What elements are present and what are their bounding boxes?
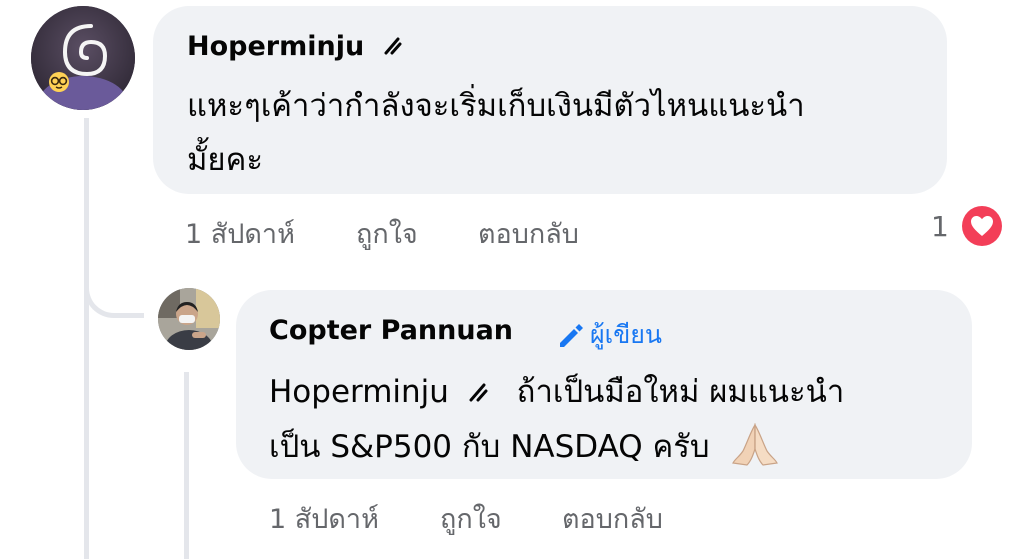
author-name[interactable]: Copter Pannuan xyxy=(269,315,513,346)
comment-text-line-2: เป็น S&P500 กับ NASDAQ ครับ xyxy=(269,421,781,471)
comment-timestamp[interactable]: 1 สัปดาห์ xyxy=(269,497,379,540)
thread-line-reply xyxy=(184,372,189,559)
avatar[interactable] xyxy=(31,6,135,110)
author-name[interactable]: Hoperminju xyxy=(187,31,408,62)
praying-hands-icon xyxy=(732,423,779,466)
author-name-text[interactable]: Hoperminju xyxy=(187,31,364,62)
reply-button[interactable]: ตอบกลับ xyxy=(562,497,663,540)
comment-timestamp[interactable]: 1 สัปดาห์ xyxy=(185,212,295,255)
spiral-avatar-icon xyxy=(31,6,135,110)
author-badge: ผู้เขียน xyxy=(556,315,662,355)
heart-glyph-icon xyxy=(971,216,993,236)
author-badge-label: ผู้เขียน xyxy=(590,320,663,349)
follower-badge-icon xyxy=(469,383,488,402)
thread-line-curve xyxy=(84,270,144,318)
comment-text: ถ้าเป็นมือใหม่ ผมแนะนำ xyxy=(516,374,845,410)
reply-button[interactable]: ตอบกลับ xyxy=(478,212,579,255)
avatar[interactable] xyxy=(158,288,220,350)
pencil-icon xyxy=(560,324,583,347)
follower-badge-icon xyxy=(384,37,402,55)
comment-text-line-1: Hoperminju ถ้าเป็นมือใหม่ ผมแนะนำ xyxy=(269,366,844,416)
like-button[interactable]: ถูกใจ xyxy=(440,497,502,540)
photo-avatar-icon xyxy=(158,288,220,350)
comment-text-line-1: แหะๆเค้าว่ากำลังจะเริ่มเก็บเงินมีตัวไหนแ… xyxy=(187,88,805,124)
comment-text: เป็น S&P500 กับ NASDAQ ครับ xyxy=(269,429,710,465)
reaction-count[interactable]: 1 xyxy=(931,210,949,243)
author-name-text[interactable]: Copter Pannuan xyxy=(269,315,513,346)
mention-link[interactable]: Hoperminju xyxy=(269,374,449,410)
thread-line-main xyxy=(84,118,89,559)
heart-icon[interactable] xyxy=(962,206,1002,246)
comment-text-line-2: มั้ยคะ xyxy=(187,142,263,178)
like-button[interactable]: ถูกใจ xyxy=(356,212,418,255)
